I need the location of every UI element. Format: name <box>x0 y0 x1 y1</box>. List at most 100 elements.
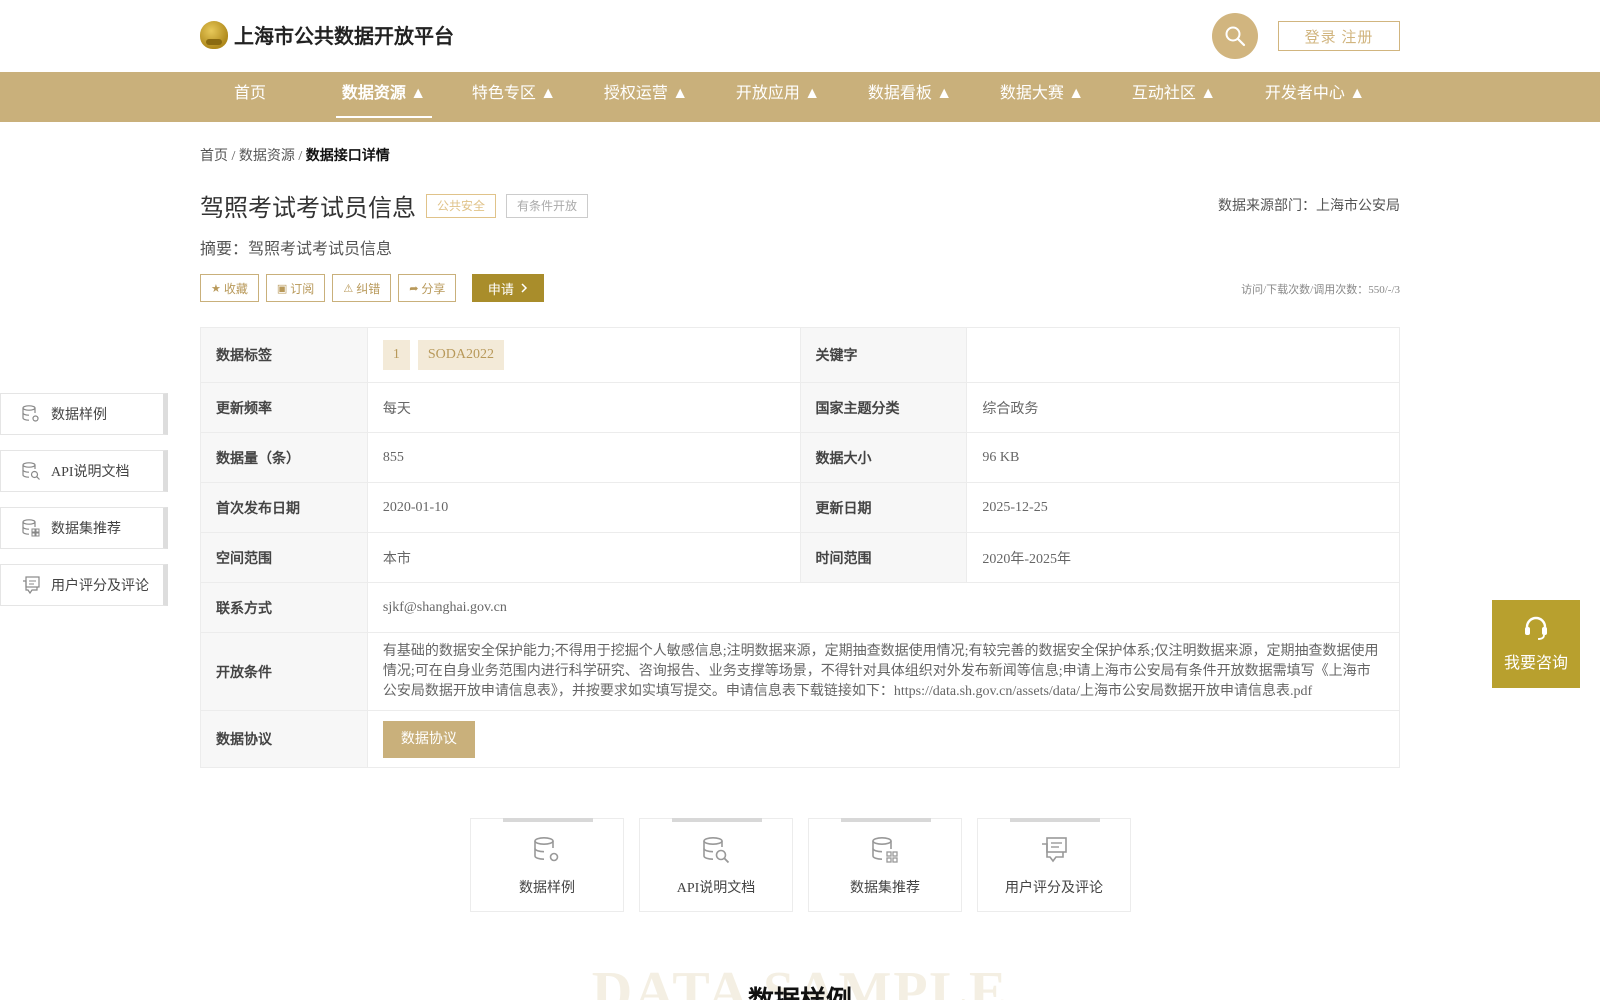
table-row: 数据协议 数据协议 <box>200 710 1401 768</box>
comment-icon <box>1042 837 1067 863</box>
time-range-value: 2020年-2025年 <box>966 532 1400 583</box>
star-icon: ★ <box>211 282 221 295</box>
source-department: 数据来源部门：上海市公安局 <box>1218 199 1400 214</box>
database-search-icon <box>703 836 730 864</box>
dataset-abstract: 摘要：驾照考试考试员信息 <box>200 241 393 258</box>
update-date-label: 更新日期 <box>799 482 968 533</box>
table-row: 更新频率 每天 国家主题分类 综合政务 <box>200 382 1400 433</box>
table-row: 数据标签 1 SODA2022 关键字 <box>200 327 1400 383</box>
card-ratings[interactable]: 用户评分及评论 <box>977 818 1131 912</box>
report-error-button[interactable]: ⚠ 纠错 <box>332 274 392 302</box>
login-register-button[interactable]: 登录 注册 <box>1278 21 1400 51</box>
breadcrumb-home[interactable]: 首页 <box>200 149 228 164</box>
table-row: 数据量（条） 855 数据大小 96 KB <box>200 432 1400 483</box>
breadcrumb-separator: / <box>231 149 236 164</box>
nav-item-developer[interactable]: 开发者中心 ▲ <box>1264 72 1366 122</box>
section-cards: 数据样例 API说明文档 数据集推荐 用户评分及评论 <box>470 818 1146 912</box>
database-gear-icon <box>534 836 559 862</box>
nav-item-home[interactable]: 首页 <box>234 72 266 122</box>
open-condition-label: 开放条件 <box>200 632 368 711</box>
nav-item-community[interactable]: 互动社区 ▲ <box>1131 72 1217 122</box>
consult-label: 我要咨询 <box>1503 655 1568 672</box>
data-tag-chip[interactable]: SODA2022 <box>417 340 505 370</box>
page-title: 驾照考试考试员信息 <box>200 196 416 222</box>
tags-label: 数据标签 <box>200 327 368 383</box>
search-button[interactable] <box>1212 13 1258 59</box>
first-publish-label: 首次发布日期 <box>200 482 368 533</box>
database-grid-icon <box>872 836 898 863</box>
nav-item-open-apps[interactable]: 开放应用 ▲ <box>735 72 821 122</box>
breadcrumb: 首页 / 数据资源 / 数据接口详情 <box>200 145 390 165</box>
open-condition-value: 有基础的数据安全保护能力;不得用于挖掘个人敏感信息;注明数据来源，定期抽查数据使… <box>382 643 1379 699</box>
apply-button[interactable]: 申请 <box>472 274 545 302</box>
dataset-info-table: 数据标签 1 SODA2022 关键字 更新频率 每天 国家主题分类 综合政务 数… <box>200 327 1401 768</box>
card-data-sample[interactable]: 数据样例 <box>470 818 624 912</box>
data-protocol-button[interactable]: 数据协议 <box>382 720 475 758</box>
breadcrumb-separator: / <box>298 149 303 164</box>
spatial-range-value: 本市 <box>366 532 801 583</box>
nav-item-data-resources[interactable]: 数据资源 ▲ <box>336 72 432 122</box>
nav-item-competition[interactable]: 数据大赛 ▲ <box>999 72 1085 122</box>
tags-cell: 1 SODA2022 <box>366 327 801 383</box>
logo-icon <box>200 20 228 49</box>
comment-icon <box>23 576 40 595</box>
apply-label: 申请 <box>487 281 514 297</box>
contact-value[interactable]: sjkf@shanghai.gov.cn <box>366 582 1401 633</box>
chevron-right-icon <box>521 283 527 293</box>
card-label: 用户评分及评论 <box>1005 881 1103 896</box>
card-dataset-recommend[interactable]: 数据集推荐 <box>808 818 962 912</box>
contact-label: 联系方式 <box>200 582 368 633</box>
side-item-ratings[interactable]: 用户评分及评论 <box>0 564 168 606</box>
time-range-label: 时间范围 <box>799 532 968 583</box>
card-api-docs[interactable]: API说明文档 <box>639 818 793 912</box>
bookmark-icon: ▣ <box>276 282 288 295</box>
side-item-api-docs[interactable]: API说明文档 <box>0 450 168 492</box>
keyword-label: 关键字 <box>799 327 968 383</box>
side-item-label: 数据集推荐 <box>51 522 121 537</box>
report-error-label: 纠错 <box>356 281 381 296</box>
nav-item-featured[interactable]: 特色专区 ▲ <box>471 72 557 122</box>
share-icon: ➦ <box>409 282 419 295</box>
subscribe-label: 订阅 <box>290 281 315 296</box>
category-tag: 公共安全 <box>426 193 497 218</box>
keyword-value <box>966 327 1400 383</box>
nav-item-authorized-ops[interactable]: 授权运营 ▲ <box>603 72 689 122</box>
side-item-dataset-recommend[interactable]: 数据集推荐 <box>0 507 168 549</box>
subscribe-button[interactable]: ▣ 订阅 <box>265 274 326 302</box>
consult-button[interactable]: 我要咨询 <box>1492 600 1580 688</box>
dataset-title-row: 驾照考试考试员信息 公共安全 有条件开放 <box>200 188 589 223</box>
data-size-value: 96 KB <box>966 432 1400 483</box>
main-nav: 首页 数据资源 ▲ 特色专区 ▲ 授权运营 ▲ 开放应用 ▲ 数据看板 ▲ 数据… <box>0 72 1600 122</box>
table-row: 首次发布日期 2020-01-10 更新日期 2025-12-25 <box>200 482 1400 533</box>
favorite-button[interactable]: ★ 收藏 <box>200 274 259 302</box>
record-count-value: 855 <box>366 432 801 483</box>
section-title: 数据样例 <box>0 980 1600 1000</box>
nav-item-dashboard[interactable]: 数据看板 ▲ <box>867 72 953 122</box>
share-button[interactable]: ➦ 分享 <box>398 274 457 302</box>
side-menu: 数据样例 API说明文档 数据集推荐 用户评分及评论 <box>0 393 168 621</box>
breadcrumb-current: 数据接口详情 <box>305 149 390 164</box>
table-row: 开放条件 有基础的数据安全保护能力;不得用于挖掘个人敏感信息;注明数据来源，定期… <box>200 632 1401 711</box>
data-tag-chip[interactable]: 1 <box>382 340 410 370</box>
card-label: API说明文档 <box>676 881 756 896</box>
site-logo[interactable]: 上海市公共数据开放平台 <box>200 20 454 49</box>
side-item-label: API说明文档 <box>51 465 130 480</box>
header: 上海市公共数据开放平台 登录 注册 <box>0 0 1600 72</box>
warning-icon: ⚠ <box>343 282 354 295</box>
side-item-data-sample[interactable]: 数据样例 <box>0 393 168 435</box>
breadcrumb-resources[interactable]: 数据资源 <box>239 149 295 164</box>
update-date-value: 2025-12-25 <box>966 482 1400 533</box>
card-label: 数据集推荐 <box>850 881 920 896</box>
frequency-label: 更新频率 <box>200 382 368 433</box>
data-size-label: 数据大小 <box>799 432 968 483</box>
side-item-label: 用户评分及评论 <box>51 579 149 594</box>
action-bar: ★ 收藏 ▣ 订阅 ⚠ 纠错 ➦ 分享 申请 <box>200 274 545 302</box>
open-type-tag: 有条件开放 <box>506 193 589 218</box>
card-label: 数据样例 <box>519 881 575 896</box>
spatial-range-label: 空间范围 <box>200 532 368 583</box>
protocol-cell: 数据协议 <box>366 710 1401 768</box>
search-icon <box>1225 26 1246 47</box>
database-gear-icon <box>22 405 39 422</box>
access-counts: 访问/下载次数/调用次数：550/-/3 <box>1241 284 1400 296</box>
table-row: 联系方式 sjkf@shanghai.gov.cn <box>200 582 1401 633</box>
